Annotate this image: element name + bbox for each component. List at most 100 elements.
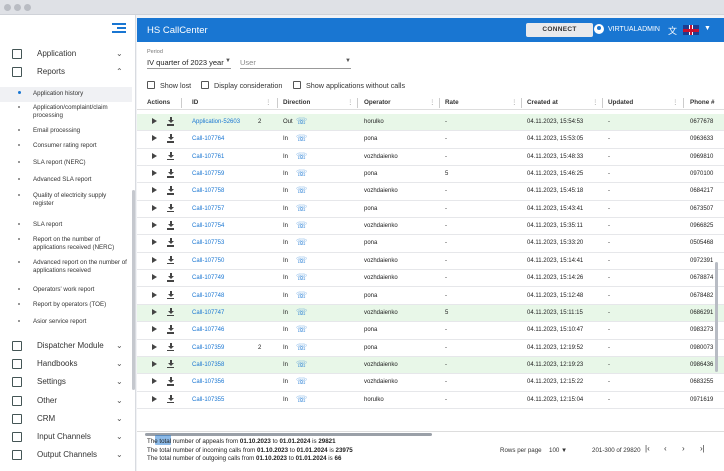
- table-row[interactable]: Call-107746 In ☏ pona - 04.11.2023, 15:10:47 -…: [137, 322, 724, 340]
- sidebar-item-sla-report[interactable]: SLA report: [0, 219, 132, 234]
- row-id-link[interactable]: Call-107359: [192, 345, 224, 351]
- download-icon[interactable]: [167, 186, 174, 195]
- play-icon[interactable]: [152, 222, 157, 229]
- col-created-menu-icon[interactable]: ⋮: [592, 99, 598, 106]
- sidebar-group-output-channels[interactable]: Output Channels ⌄: [0, 446, 132, 464]
- table-row[interactable]: Application-52603 2 Out ☏ horulko - 04.11.2023…: [137, 114, 724, 132]
- play-icon[interactable]: [152, 152, 157, 159]
- col-updated[interactable]: Updated: [608, 99, 633, 106]
- col-phone[interactable]: Phone #: [690, 99, 715, 106]
- table-row[interactable]: Call-107757 In ☏ pona - 04.11.2023, 15:43:41 -…: [137, 201, 724, 219]
- table-row[interactable]: Call-107750 In ☏ vozhdaienko - 04.11.2023, 15…: [137, 253, 724, 271]
- username[interactable]: VIRTUALADMIN: [608, 26, 660, 33]
- sidebar-group-reports[interactable]: Reports ⌃: [0, 63, 132, 81]
- next-page-icon[interactable]: ›: [682, 444, 685, 453]
- col-updated-menu-icon[interactable]: ⋮: [672, 99, 678, 106]
- download-icon[interactable]: [167, 221, 174, 230]
- col-operator-menu-icon[interactable]: ⋮: [429, 99, 435, 106]
- sidebar-item-application-complaint-claim-processing[interactable]: Application/complaint/claim processing: [0, 102, 132, 125]
- play-icon[interactable]: [152, 274, 157, 281]
- row-id-link[interactable]: Call-107764: [192, 136, 224, 142]
- sidebar-group-input-channels[interactable]: Input Channels ⌄: [0, 428, 132, 446]
- last-page-icon[interactable]: ›|: [700, 444, 705, 453]
- user-select[interactable]: User ▼: [240, 57, 351, 69]
- row-id-link[interactable]: Call-107746: [192, 327, 224, 333]
- sidebar-item-sla-report-nerc[interactable]: SLA report (NERC): [0, 157, 132, 174]
- row-id-link[interactable]: Call-107750: [192, 258, 224, 264]
- language-chevron-down-icon[interactable]: ▼: [704, 25, 711, 32]
- sidebar-item-operators-work-report[interactable]: Operators' work report: [0, 284, 132, 299]
- sidebar-group-crm[interactable]: CRM ⌄: [0, 410, 132, 428]
- table-row[interactable]: Call-107764 In ☏ pona - 04.11.2023, 15:53:05 -…: [137, 131, 724, 149]
- download-icon[interactable]: [167, 394, 174, 404]
- col-operator[interactable]: Operator: [364, 99, 391, 106]
- col-direction-menu-icon[interactable]: ⋮: [347, 99, 353, 106]
- rows-per-page-select[interactable]: 100 ▼: [549, 447, 567, 454]
- play-icon[interactable]: [152, 291, 157, 298]
- sidebar-group-dispatcher-module[interactable]: Dispatcher Module ⌄: [0, 337, 132, 355]
- download-icon[interactable]: [167, 255, 174, 265]
- download-icon[interactable]: [167, 117, 174, 126]
- user-avatar-icon[interactable]: [594, 24, 604, 34]
- play-icon[interactable]: [152, 378, 157, 385]
- col-actions[interactable]: Actions: [147, 99, 170, 106]
- col-id[interactable]: ID: [192, 99, 198, 106]
- table-row[interactable]: Call-107358 In ☏ vozhdaienko - 04.11.2023, 12…: [137, 356, 724, 375]
- play-icon[interactable]: [152, 395, 157, 402]
- row-id-link[interactable]: Call-107749: [192, 275, 224, 281]
- menu-collapse-icon[interactable]: [112, 23, 126, 35]
- col-id-menu-icon[interactable]: ⋮: [265, 99, 271, 106]
- download-icon[interactable]: [167, 325, 174, 334]
- play-icon[interactable]: [152, 170, 157, 177]
- play-icon[interactable]: [152, 256, 157, 263]
- download-icon[interactable]: [167, 359, 174, 369]
- download-icon[interactable]: [167, 238, 174, 247]
- row-id-link[interactable]: Call-107356: [192, 379, 224, 385]
- sidebar-group-handbooks[interactable]: Handbooks ⌄: [0, 355, 132, 373]
- table-row[interactable]: Call-107747 In ☏ vozhdaienko 5 04.11.2023, 15…: [137, 304, 724, 323]
- row-id-link[interactable]: Call-107754: [192, 223, 224, 229]
- table-row[interactable]: Call-107754 In ☏ vozhdaienko - 04.11.2023, 15…: [137, 218, 724, 236]
- row-id-link[interactable]: Call-107748: [192, 293, 224, 299]
- table-horizontal-scrollbar[interactable]: [145, 433, 432, 436]
- download-icon[interactable]: [167, 151, 174, 161]
- first-page-icon[interactable]: |‹: [645, 444, 650, 453]
- table-row[interactable]: Call-107749 In ☏ vozhdaienko - 04.11.2023, 15…: [137, 270, 724, 288]
- play-icon[interactable]: [152, 204, 157, 211]
- sidebar-item-advanced-sla-report[interactable]: Advanced SLA report: [0, 174, 132, 190]
- col-rate[interactable]: Rate: [445, 99, 459, 106]
- download-icon[interactable]: [167, 203, 174, 213]
- play-icon[interactable]: [152, 326, 157, 333]
- row-id-link[interactable]: Call-107753: [192, 240, 224, 246]
- table-row[interactable]: Call-107355 In ☏ horulko - 04.11.2023, 12:15:…: [137, 392, 724, 409]
- download-icon[interactable]: [167, 377, 174, 386]
- sidebar-item-report-on-the-number-of-applications-received-nerc[interactable]: Report on the number of applications rec…: [0, 234, 132, 257]
- table-row[interactable]: Call-107758 In ☏ vozhdaienko - 04.11.2023, 15…: [137, 183, 724, 201]
- period-select[interactable]: IV quarter of 2023 year ▼: [147, 57, 231, 69]
- row-id-link[interactable]: Call-107761: [192, 154, 224, 160]
- download-icon[interactable]: [167, 169, 174, 178]
- sidebar-group-other[interactable]: Other ⌄: [0, 392, 132, 410]
- play-icon[interactable]: [152, 135, 157, 142]
- table-row[interactable]: Call-107761 In ☏ vozhdaienko - 04.11.2023, 15…: [137, 149, 724, 167]
- row-id-link[interactable]: Call-107358: [192, 362, 224, 368]
- row-id-link[interactable]: Call-107757: [192, 206, 224, 212]
- download-icon[interactable]: [167, 290, 174, 300]
- row-id-link[interactable]: Call-107747: [192, 310, 224, 316]
- col-rate-menu-icon[interactable]: ⋮: [511, 99, 517, 106]
- play-icon[interactable]: [152, 239, 157, 246]
- row-id-link[interactable]: Application-52603: [192, 119, 240, 125]
- sidebar-item-quality-of-electricity-supply-register[interactable]: Quality of electricity supply register: [0, 190, 132, 219]
- table-row[interactable]: Call-107753 In ☏ pona - 04.11.2023, 15:33:20 -…: [137, 235, 724, 253]
- play-icon[interactable]: [152, 360, 157, 367]
- prev-page-icon[interactable]: ‹: [664, 444, 667, 453]
- translate-icon[interactable]: 文: [668, 24, 677, 37]
- col-created-at[interactable]: Created at: [527, 99, 558, 106]
- table-vertical-scrollbar[interactable]: [715, 262, 718, 372]
- window-maximize-dot[interactable]: [24, 4, 31, 11]
- window-minimize-dot[interactable]: [14, 4, 21, 11]
- table-row[interactable]: Call-107759 In ☏ pona 5 04.11.2023, 15:46:25 -…: [137, 166, 724, 184]
- sidebar-item-email-processing[interactable]: Email processing: [0, 125, 132, 140]
- row-id-link[interactable]: Call-107758: [192, 188, 224, 194]
- table-row[interactable]: Call-107359 2 In ☏ pona - 04.11.2023, 12:19:52…: [137, 340, 724, 357]
